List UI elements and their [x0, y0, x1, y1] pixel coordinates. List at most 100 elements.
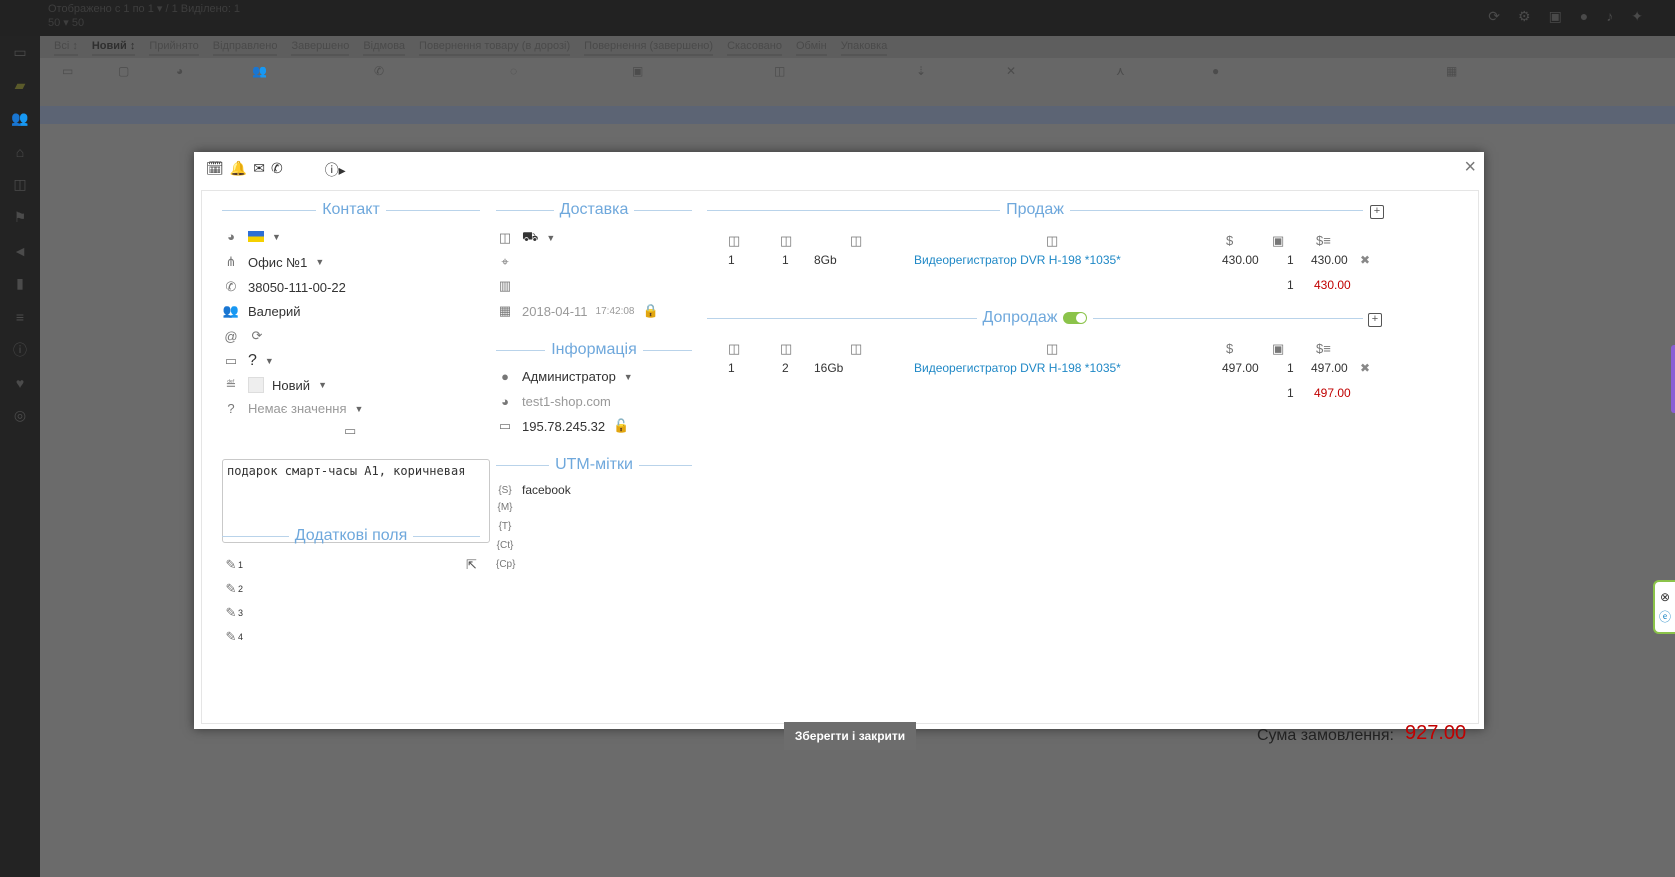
status-tab[interactable]: Відправлено — [212, 40, 278, 56]
comment-icon[interactable]: ▭ — [344, 423, 356, 439]
user-icon[interactable]: ● — [1580, 8, 1588, 25]
box-icon[interactable]: ◫ — [774, 64, 785, 78]
status-tab[interactable]: Новий ↕ — [91, 40, 136, 56]
floating-widget[interactable]: ⊗ ⓔ — [1653, 580, 1675, 634]
utm-source-value[interactable]: facebook — [522, 483, 571, 497]
responsible-user[interactable]: Администратор — [522, 369, 616, 384]
envelope-icon[interactable]: ✉ — [253, 160, 265, 180]
window-icon[interactable]: ▣ — [1549, 8, 1562, 25]
settings-icon[interactable]: ≡ — [0, 300, 40, 333]
calendar-check-icon[interactable]: 🗓 — [206, 160, 224, 180]
close-icon[interactable]: ⊗ — [1660, 590, 1670, 604]
info-icon[interactable]: ⓘ — [0, 333, 40, 366]
ukraine-flag-icon[interactable] — [248, 231, 264, 242]
upsell-product-link[interactable]: Видеорегистратор DVR H-198 *1035* — [914, 361, 1121, 375]
card-icon[interactable]: ▣ — [632, 64, 643, 78]
sitemap-icon[interactable]: ⋏ — [1116, 64, 1125, 78]
comment-icon[interactable]: ◌ — [510, 64, 517, 78]
delivery-date[interactable]: 2018-04-11 — [522, 304, 588, 319]
orders-icon[interactable]: ▰ — [0, 69, 40, 102]
external-link-icon[interactable]: ⇱ — [466, 557, 477, 573]
status-tab[interactable]: Скасовано — [727, 40, 782, 56]
upsell-qty[interactable]: 1 — [1287, 361, 1294, 375]
info-icon[interactable]: ⓘ▸ — [325, 160, 346, 180]
extra-field-row[interactable]: ✎ 4 — [222, 629, 243, 645]
delivery-section-title: Доставка — [496, 201, 692, 219]
ip-row: ▭ 195.78.245.32 🔓 — [496, 418, 629, 434]
status-tab[interactable]: Всі ↕ — [54, 40, 78, 56]
sale-qty[interactable]: 1 — [1287, 253, 1294, 267]
close-button[interactable]: × — [1464, 156, 1476, 179]
payment-value[interactable]: ? — [248, 352, 257, 370]
bell-icon[interactable]: ♪ — [1606, 8, 1613, 25]
office-row[interactable]: ⋔ Офис №1 ▼ — [222, 254, 325, 270]
office-value[interactable]: Офис №1 — [248, 255, 307, 270]
chart-icon[interactable]: ▮ — [0, 267, 40, 300]
box-icon[interactable]: ◫ — [0, 168, 40, 201]
delivery-icon[interactable]: ⚑ — [0, 201, 40, 234]
unlock-icon[interactable]: 🔓 — [613, 418, 629, 434]
refresh-icon[interactable]: ⟳ — [1488, 8, 1500, 25]
sale-price[interactable]: 430.00 — [1222, 253, 1259, 267]
table-row[interactable] — [40, 106, 1675, 124]
warehouse-icon[interactable]: ⌂ — [0, 135, 40, 168]
sidebar: ▭ ▰ 👥 ⌂ ◫ ⚑ ◄ ▮ ≡ ⓘ ♥ ◎ — [0, 36, 40, 877]
user-row[interactable]: ● Администратор ▼ — [496, 369, 633, 384]
phone-icon[interactable]: ✆ — [374, 64, 384, 78]
status-tab[interactable]: Повернення товару (в дорозі) — [419, 40, 571, 56]
download-icon[interactable]: ⇣ — [916, 64, 926, 78]
status-tab[interactable]: Прийнято — [149, 40, 199, 56]
cross-icon[interactable]: ✕ — [1006, 64, 1016, 78]
payment-row[interactable]: ▭ ? ▼ — [222, 352, 274, 370]
bell-icon[interactable]: 🔔 — [230, 160, 247, 180]
folder-icon[interactable]: ▭ — [62, 64, 73, 78]
status-tab[interactable]: Упаковка — [840, 40, 888, 56]
add-upsell-button[interactable]: + — [1368, 313, 1382, 327]
no-value-row[interactable]: ? Немає значення ▼ — [222, 401, 363, 416]
sync-icon[interactable]: ⟳ — [248, 328, 266, 344]
globe-icon[interactable]: ◕ — [176, 64, 183, 78]
phone-icon[interactable]: ✆ — [271, 160, 283, 180]
e-icon[interactable]: ⓔ — [1659, 608, 1671, 625]
id-box-icon: ◫ — [780, 233, 793, 248]
extra-field-row[interactable]: ✎ 2 — [222, 581, 243, 597]
status-row[interactable]: ≝ Новий ▼ — [222, 377, 327, 393]
no-value-label[interactable]: Немає значення — [248, 401, 347, 416]
delete-sale-icon[interactable]: ✖ — [1360, 253, 1370, 267]
delivery-truck-icon[interactable]: ⛟ — [522, 229, 538, 247]
status-value[interactable]: Новий — [272, 378, 310, 393]
upsell-toggle[interactable] — [1063, 312, 1088, 324]
extra-field-row[interactable]: ✎ 1 — [222, 557, 243, 573]
sale-id1: 1 — [728, 253, 735, 267]
users-icon[interactable]: 👥 — [252, 64, 267, 78]
extra-field-row[interactable]: ✎ 3 — [222, 605, 243, 621]
settings-icon[interactable]: ⚙ — [1518, 8, 1531, 25]
save-close-button[interactable]: Зберегти і закрити — [784, 722, 916, 750]
status-tab[interactable]: Обмін — [795, 40, 827, 56]
name-value[interactable]: Валерий — [248, 304, 300, 319]
lock-icon[interactable]: 🔒 — [642, 303, 658, 319]
toggle-icon[interactable]: ◎ — [0, 399, 40, 432]
phone-value[interactable]: 38050-111-00-22 — [248, 280, 346, 295]
heart-icon[interactable]: ♥ — [0, 366, 40, 399]
add-sale-button[interactable]: + — [1370, 205, 1384, 219]
calendar-icon[interactable]: ▦ — [1446, 64, 1457, 78]
utm-label-icon: {S} — [498, 484, 512, 496]
megaphone-icon[interactable]: ◄ — [0, 234, 40, 267]
quantity-icon: ▣ — [1272, 341, 1285, 356]
gear-menu-icon[interactable]: ✦ — [1631, 8, 1643, 25]
image-icon[interactable]: ▢ — [118, 64, 129, 78]
status-tab[interactable]: Відмова — [363, 40, 406, 56]
status-tab[interactable]: Повернення (завершено) — [584, 40, 714, 56]
delete-upsell-icon[interactable]: ✖ — [1360, 361, 1370, 375]
page-size[interactable]: 50 ▾ 50 — [48, 16, 240, 30]
monitor-icon[interactable]: ▭ — [0, 36, 40, 69]
upsell-price[interactable]: 497.00 — [1222, 361, 1259, 375]
delivery-service-row[interactable]: ◫ ⛟ ▼ — [496, 229, 555, 247]
user-icon[interactable]: ● — [1212, 64, 1219, 78]
records-info: Отображено с 1 по 1 ▾ / 1 Виділено: 1 — [48, 3, 241, 15]
status-tab[interactable]: Завершено — [291, 40, 350, 56]
right-side-tab[interactable] — [1671, 345, 1675, 413]
sale-product-link[interactable]: Видеорегистратор DVR H-198 *1035* — [914, 253, 1121, 267]
users-icon[interactable]: 👥 — [0, 102, 40, 135]
